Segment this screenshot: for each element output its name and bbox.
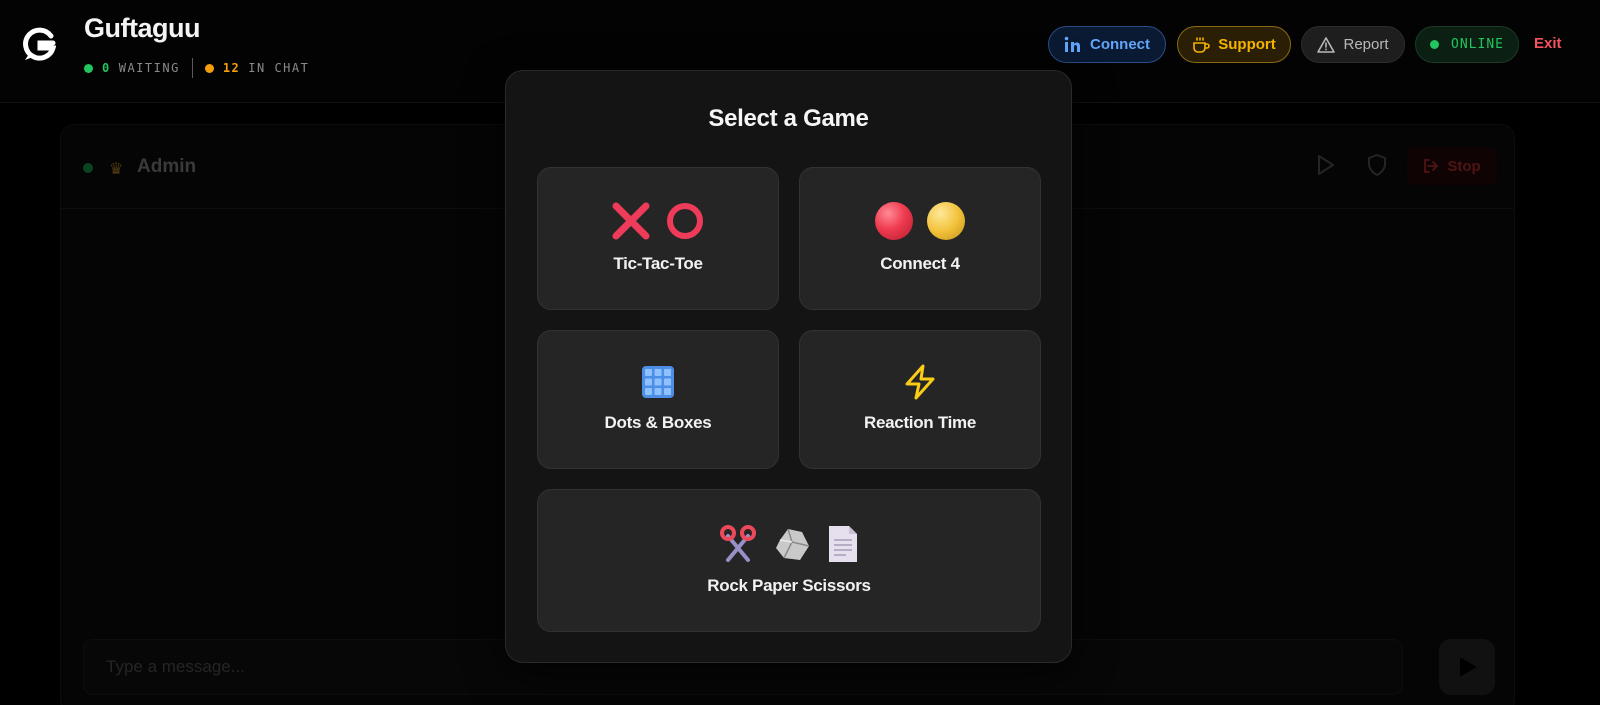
modal-title: Select a Game [708, 105, 869, 132]
paper-icon [829, 526, 857, 562]
stats-divider [191, 58, 193, 78]
online-status-button[interactable]: ONLINE [1415, 26, 1519, 63]
waiting-count: 0 [102, 61, 111, 75]
brand-name: Guftaguu [84, 13, 200, 43]
connect-button[interactable]: Connect [1048, 26, 1166, 63]
linkedin-icon [1064, 36, 1080, 52]
red-disc-icon [875, 202, 913, 240]
warning-triangle-icon [1317, 36, 1336, 53]
presence-stats: 0 WAITING 12 IN CHAT [84, 58, 309, 78]
game-label: Rock Paper Scissors [707, 576, 871, 595]
game-label: Reaction Time [864, 413, 976, 432]
waiting-dot-icon [84, 63, 93, 73]
online-dot-icon [1430, 40, 1440, 49]
support-button[interactable]: Support [1177, 26, 1291, 63]
game-label: Tic-Tac-Toe [613, 254, 703, 273]
game-label: Dots & Boxes [604, 413, 712, 432]
game-label: Connect 4 [880, 254, 960, 273]
o-icon [667, 203, 703, 239]
grid-icon [642, 366, 674, 398]
support-label: Support [1218, 36, 1276, 53]
report-button[interactable]: Report [1301, 26, 1405, 63]
game-card-tic-tac-toe[interactable]: Tic-Tac-Toe [537, 167, 779, 310]
coffee-cup-icon [1193, 36, 1211, 53]
waiting-label: WAITING [118, 61, 180, 75]
connect-label: Connect [1090, 36, 1150, 53]
game-select-modal: Select a Game Tic-Tac-Toe Connect 4 Dots… [505, 70, 1072, 663]
in-chat-label: IN CHAT [248, 61, 310, 75]
game-card-reaction-time[interactable]: Reaction Time [799, 330, 1041, 469]
game-card-dots-and-boxes[interactable]: Dots & Boxes [537, 330, 779, 469]
online-label: ONLINE [1451, 37, 1504, 52]
x-icon [612, 202, 650, 240]
lightning-icon [905, 364, 935, 400]
scissors-icon [720, 525, 756, 562]
game-card-rock-paper-scissors[interactable]: Rock Paper Scissors [537, 489, 1041, 632]
exit-button[interactable]: Exit [1534, 35, 1562, 52]
rock-icon [776, 528, 810, 560]
in-chat-count: 12 [222, 61, 241, 75]
guftaguu-logo-icon[interactable] [22, 27, 56, 61]
in-chat-dot-icon [204, 63, 214, 73]
game-card-connect-4[interactable]: Connect 4 [799, 167, 1041, 310]
yellow-disc-icon [927, 202, 965, 240]
report-label: Report [1343, 36, 1389, 53]
